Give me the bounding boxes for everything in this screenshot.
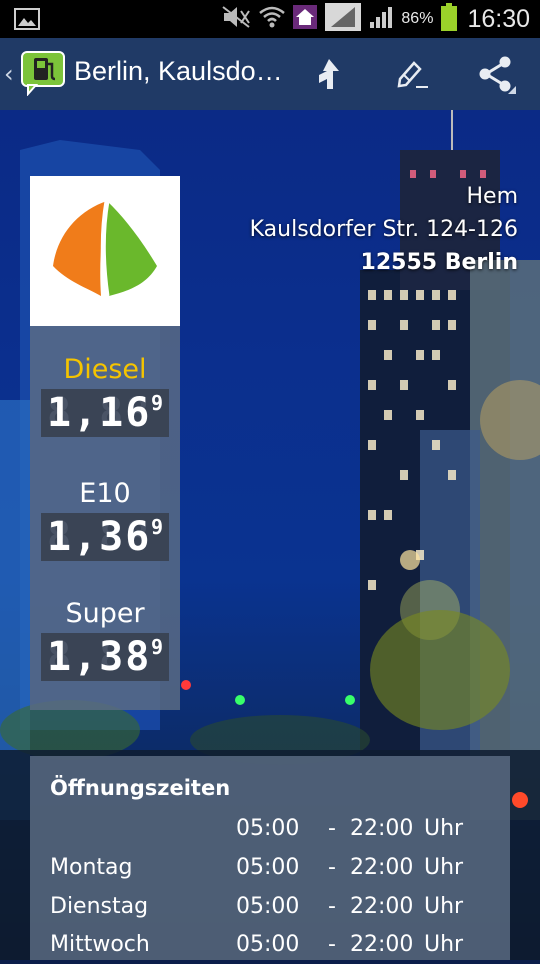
price-display: 8,88 1,36 9 (41, 513, 169, 561)
price-superscript: 9 (150, 635, 163, 659)
fuel-name: Super (65, 598, 145, 629)
hours-dash: - (328, 855, 336, 880)
chevron-left-icon[interactable]: ‹ (4, 60, 14, 88)
clock: 16:30 (467, 4, 530, 33)
mute-icon (221, 5, 251, 33)
hours-row: Dienstag 05:00 - 22:00 Uhr (50, 894, 490, 926)
hours-row: 05:00 - 22:00 Uhr (50, 816, 490, 848)
price-display: 8,88 1,16 9 (41, 389, 169, 437)
fuel-diesel: Diesel 8,88 1,16 9 (30, 354, 180, 437)
brand-logo (30, 176, 180, 326)
price-superscript: 9 (150, 515, 163, 539)
hours-unit: Uhr (424, 932, 464, 957)
wifi-icon (259, 5, 286, 33)
hours-to: 22:00 (350, 894, 414, 919)
price-value: 1,36 (47, 514, 152, 560)
fuel-name: Diesel (63, 354, 147, 385)
price-display: 8,88 1,38 9 (41, 633, 169, 681)
hours-to: 22:00 (350, 932, 414, 957)
battery-percent: 86% (401, 10, 434, 27)
hours-row: Montag 05:00 - 22:00 Uhr (50, 855, 490, 887)
edit-icon[interactable] (392, 54, 432, 94)
share-icon[interactable] (476, 54, 516, 94)
hem-logo-icon (53, 200, 157, 297)
station-address: Hem Kaulsdorfer Str. 124-126 12555 Berli… (250, 180, 518, 279)
hours-dash: - (328, 816, 336, 841)
price-value: 1,38 (47, 634, 152, 680)
opening-hours-title: Öffnungszeiten (50, 776, 231, 800)
home-notification-icon (293, 5, 318, 33)
cell-signal-icon (369, 5, 393, 33)
image-notification-icon (14, 8, 40, 34)
fuel-pump-chat-icon[interactable] (20, 50, 66, 97)
station-title: Berlin, Kaulsdo… (74, 56, 283, 86)
hours-dash: - (328, 932, 336, 957)
price-panel: Diesel 8,88 1,16 9 E10 8,88 1,36 9 Super… (30, 176, 180, 710)
action-bar: ‹ Berlin, Kaulsdo… (0, 38, 540, 110)
navigate-icon[interactable] (310, 54, 350, 94)
hours-to: 22:00 (350, 855, 414, 880)
hours-unit: Uhr (424, 855, 464, 880)
street-address: Kaulsdorfer Str. 124-126 (249, 217, 518, 242)
hours-day: Mittwoch (50, 932, 150, 957)
hours-from: 05:00 (236, 932, 300, 957)
opening-hours-panel: Öffnungszeiten 05:00 - 22:00 Uhr Montag … (30, 756, 510, 960)
city-address: 12555 Berlin (360, 250, 518, 275)
hours-from: 05:00 (236, 855, 300, 880)
price-value: 1,16 (47, 390, 152, 436)
brand-name: Hem (466, 184, 518, 209)
hours-day: Montag (50, 855, 133, 880)
hours-unit: Uhr (424, 816, 464, 841)
fuel-name: E10 (79, 478, 131, 509)
price-superscript: 9 (150, 391, 163, 415)
signal-box-icon (325, 3, 362, 35)
fuel-super: Super 8,88 1,38 9 (30, 598, 180, 681)
hours-unit: Uhr (424, 894, 464, 919)
hours-row: Mittwoch 05:00 - 22:00 Uhr (50, 932, 490, 964)
hours-from: 05:00 (236, 894, 300, 919)
hours-from: 05:00 (236, 816, 300, 841)
hours-day: Dienstag (50, 894, 149, 919)
battery-icon (441, 3, 458, 35)
status-bar: 86% 16:30 (0, 0, 540, 38)
hours-to: 22:00 (350, 816, 414, 841)
fuel-e10: E10 8,88 1,36 9 (30, 478, 180, 561)
hours-dash: - (328, 894, 336, 919)
